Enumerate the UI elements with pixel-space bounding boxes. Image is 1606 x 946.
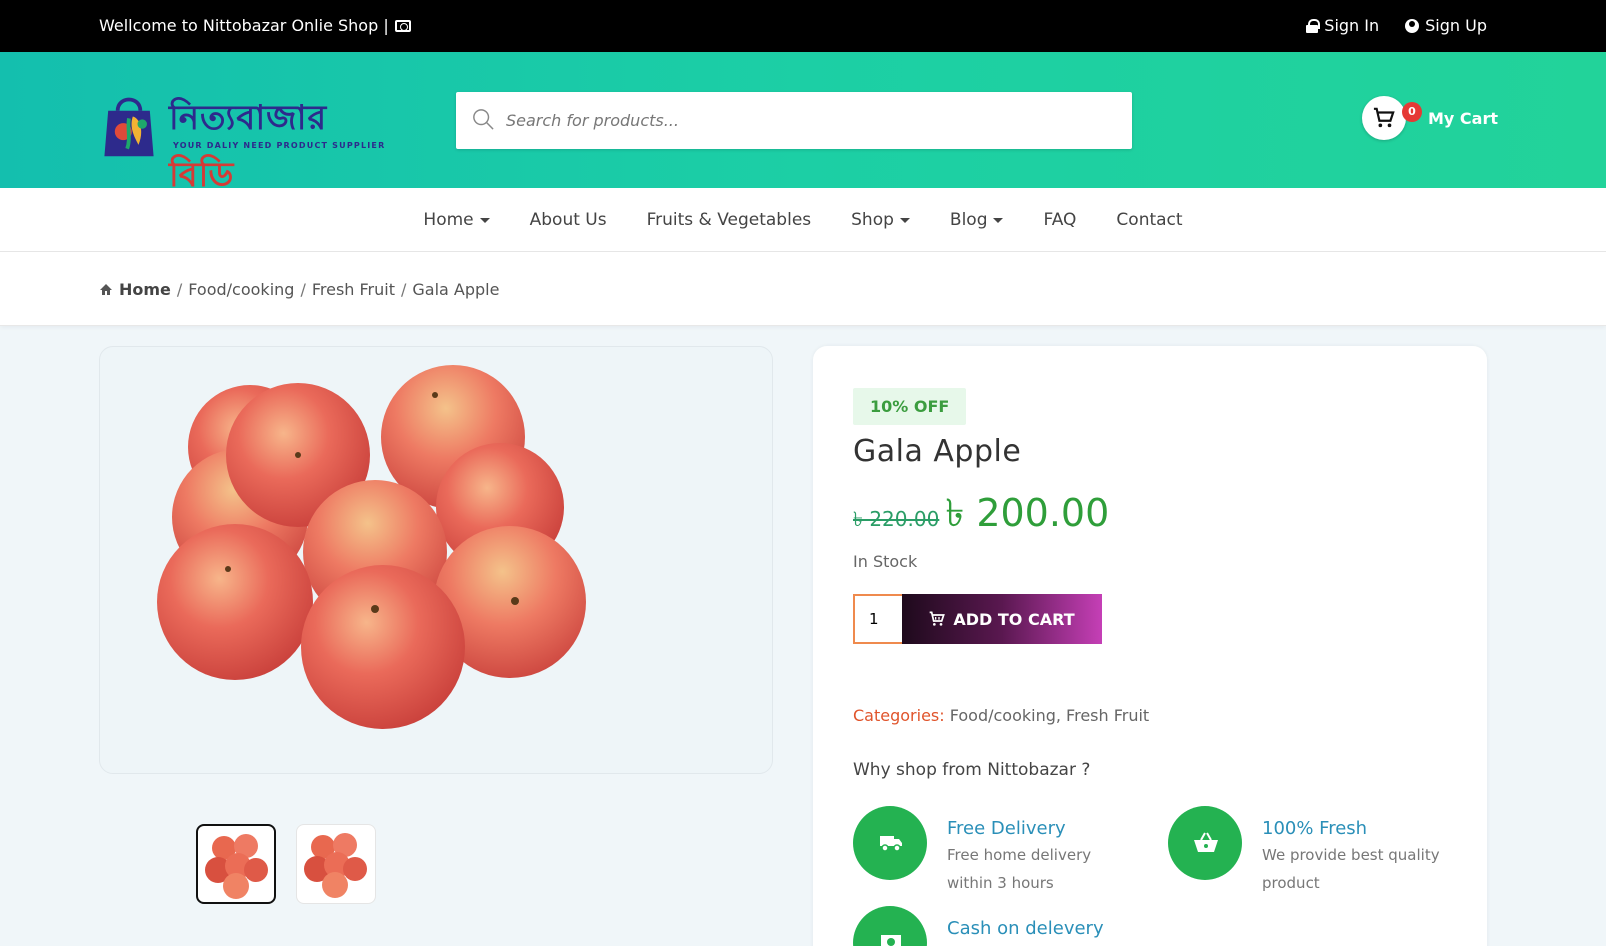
stock-status: In Stock (853, 552, 918, 571)
product-categories: Categories: Food/cooking, Fresh Fruit (853, 706, 1149, 725)
site-header: নিত্যবাজার বিডি YOUR DALIY NEED PRODUCT … (0, 52, 1606, 195)
feature-cash-on-delivery: Cash on delevery (853, 906, 1104, 946)
cart-icon (1373, 107, 1395, 128)
sign-in-link[interactable]: Sign In (1306, 16, 1379, 35)
truck-icon (853, 806, 927, 880)
nav-contact-label: Contact (1116, 210, 1183, 230)
product-details-panel: 10% OFF Gala Apple ৳ 220.00 ৳ 200.00 In … (813, 346, 1487, 946)
nav-home-label: Home (423, 210, 474, 230)
shopping-bag-logo-icon (104, 97, 154, 157)
sign-up-label: Sign Up (1425, 16, 1487, 35)
why-shop-heading: Why shop from Nittobazar ? (853, 760, 1091, 780)
nav-item-fruits-vegetables[interactable]: Fruits & Vegetables (647, 210, 812, 230)
nav-fruits-label: Fruits & Vegetables (646, 210, 812, 230)
feature-desc: We provide best quality product (1262, 846, 1440, 892)
nav-item-blog[interactable]: Blog (950, 210, 1004, 230)
old-price: ৳ 220.00 (853, 507, 940, 531)
categories-label: Categories: (853, 706, 945, 725)
apples-image (157, 365, 586, 729)
cart-icon (930, 611, 946, 626)
nav-faq-label: FAQ (1043, 210, 1077, 230)
breadcrumb-item[interactable]: Food/cooking (188, 280, 294, 299)
top-bar: Wellcome to Nittobazar Onlie Shop | Sign… (0, 0, 1606, 52)
current-price: ৳ 200.00 (945, 491, 1110, 535)
feature-title: 100% Fresh (1262, 818, 1368, 839)
add-to-cart-button[interactable]: ADD TO CART (902, 594, 1102, 644)
breadcrumb-item[interactable]: Fresh Fruit (312, 280, 395, 299)
product-title: Gala Apple (853, 434, 1022, 469)
nav-item-about[interactable]: About Us (530, 210, 607, 230)
breadcrumb-separator: / (400, 280, 407, 299)
breadcrumb: Home / Food/cooking / Fresh Fruit / Gala… (0, 252, 1606, 326)
cart-button[interactable] (1362, 96, 1406, 140)
search-icon (473, 109, 494, 130)
logo-tagline: YOUR DALIY NEED PRODUCT SUPPLIER (173, 141, 386, 150)
nav-item-home[interactable]: Home (423, 210, 490, 230)
nav-about-label: About Us (529, 210, 607, 230)
sign-up-link[interactable]: Sign Up (1405, 16, 1487, 35)
auth-links: Sign In Sign Up (1306, 16, 1487, 35)
search-input[interactable] (506, 92, 1116, 149)
my-cart-link[interactable]: My Cart (1428, 109, 1498, 128)
thumbnail-1[interactable] (196, 824, 276, 904)
user-circle-icon (1405, 18, 1420, 33)
price-block: ৳ 220.00 ৳ 200.00 (853, 484, 1109, 548)
breadcrumb-separator: / (300, 280, 306, 299)
lock-icon (1306, 18, 1321, 33)
nav-blog-label: Blog (949, 210, 988, 230)
chevron-down-icon (993, 217, 1004, 223)
breadcrumb-home[interactable]: Home (99, 280, 171, 299)
feature-title: Free Delivery (947, 818, 1066, 839)
add-to-cart-label: ADD TO CART (953, 609, 1075, 629)
breadcrumb-current: Gala Apple (412, 280, 500, 299)
welcome-message: Wellcome to Nittobazar Onlie Shop | (99, 16, 411, 35)
feature-fresh: 100% Fresh We provide best quality produ… (1168, 806, 1447, 897)
sign-in-label: Sign In (1324, 16, 1380, 35)
nav-item-shop[interactable]: Shop (851, 210, 910, 230)
main-nav: Home About Us Fruits & Vegetables Shop B… (0, 188, 1606, 252)
cart-widget[interactable]: 0 My Cart (1362, 96, 1498, 140)
breadcrumb-home-label: Home (119, 280, 171, 299)
home-icon (100, 284, 112, 295)
logo-wordmark-main: নিত্যবাজার (169, 98, 328, 138)
cart-count-badge: 0 (1402, 102, 1422, 122)
breadcrumb-separator: / (176, 280, 183, 299)
chevron-down-icon (899, 217, 910, 223)
basket-icon (1168, 806, 1242, 880)
feature-title: Cash on delevery (947, 918, 1104, 939)
product-thumbnails (196, 824, 376, 904)
site-logo[interactable]: নিত্যবাজার বিডি YOUR DALIY NEED PRODUCT … (99, 84, 399, 195)
discount-badge: 10% OFF (853, 388, 967, 425)
feature-desc: Free home delivery within 3 hours (947, 846, 1092, 892)
money-icon (853, 906, 927, 946)
categories-value[interactable]: Food/cooking, Fresh Fruit (950, 706, 1149, 725)
product-image-main[interactable] (99, 346, 773, 774)
chevron-down-icon (479, 217, 490, 223)
thumbnail-2[interactable] (296, 824, 376, 904)
nav-shop-label: Shop (851, 210, 894, 230)
search-bar (456, 92, 1132, 149)
quantity-input[interactable] (853, 594, 902, 644)
cash-icon (394, 19, 411, 32)
welcome-text: Wellcome to Nittobazar Onlie Shop | (99, 16, 389, 35)
apples-thumbnail-image (304, 833, 367, 898)
nav-item-contact[interactable]: Contact (1116, 210, 1182, 230)
nav-item-faq[interactable]: FAQ (1043, 210, 1076, 230)
feature-free-delivery: Free Delivery Free home delivery within … (853, 806, 1132, 897)
apples-thumbnail-image (205, 834, 268, 899)
